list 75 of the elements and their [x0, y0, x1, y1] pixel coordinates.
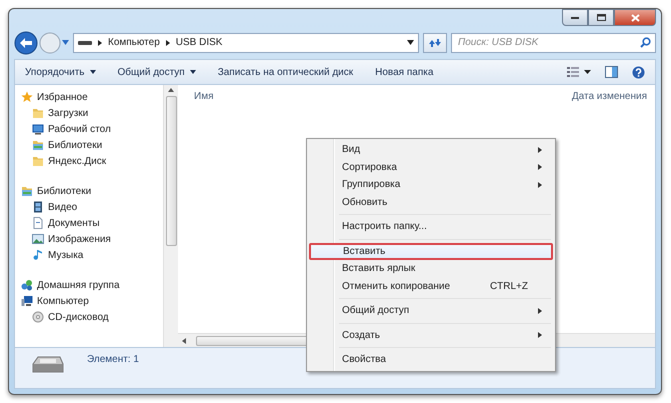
menu-item[interactable]: Группировка	[309, 176, 553, 194]
submenu-arrow-icon	[538, 332, 542, 338]
submenu-arrow-icon	[538, 182, 542, 188]
submenu-arrow-icon	[538, 164, 542, 170]
breadcrumb[interactable]: Компьютер	[108, 37, 160, 48]
document-icon	[32, 217, 44, 229]
minimize-icon	[571, 16, 579, 20]
forward-circle-icon	[39, 32, 61, 54]
nav-item[interactable]: Избранное	[21, 89, 163, 105]
folder-icon	[32, 107, 44, 119]
toolbar-button[interactable]: Общий доступ	[118, 64, 196, 80]
film-icon	[32, 201, 44, 213]
nav-item[interactable]: Загрузки	[21, 105, 163, 121]
menu-item[interactable]: Свойства	[309, 351, 553, 368]
search-input[interactable]: Поиск: USB DISK	[456, 36, 640, 49]
toolbar-button[interactable]: Новая папка	[375, 64, 434, 80]
close-icon	[630, 14, 640, 22]
submenu-arrow-icon	[538, 308, 542, 314]
dropdown-caret-icon[interactable]	[407, 40, 414, 45]
refresh-button[interactable]	[423, 32, 447, 52]
maximize-icon	[596, 14, 606, 21]
toolbar-button[interactable]: Записать на оптический диск	[218, 64, 354, 80]
nav-item[interactable]: Домашняя группа	[21, 277, 163, 293]
nav-item[interactable]: Документы	[21, 215, 163, 231]
menu-item[interactable]: Отменить копирование CTRL+Z	[309, 278, 553, 295]
status-text: Элемент: 1	[87, 354, 139, 365]
help-icon[interactable]	[632, 66, 645, 78]
toolbar-button[interactable]: Упорядочить	[25, 64, 96, 80]
nav-item[interactable]: Библиотеки	[21, 137, 163, 153]
close-button[interactable]	[614, 9, 656, 26]
minimize-button[interactable]	[562, 9, 588, 26]
shortcut-text: CTRL+Z	[490, 280, 528, 292]
disc-drive-icon	[32, 311, 44, 323]
menu-item[interactable]: Настроить папку...	[309, 218, 553, 236]
breadcrumb[interactable]: USB DISK	[176, 37, 222, 48]
menu-item[interactable]: Общий доступ	[309, 302, 553, 320]
drive-icon	[78, 40, 92, 46]
submenu-arrow-icon	[538, 146, 542, 153]
computer-icon	[21, 295, 33, 307]
monitor-icon	[32, 123, 44, 135]
menu-item[interactable]: Вставить ярлык	[309, 260, 553, 278]
folder-icon	[32, 155, 44, 167]
scroll-thumb[interactable]	[166, 96, 176, 246]
menu-item[interactable]: Сортировка	[309, 158, 553, 176]
nav-item[interactable]: Изображения	[21, 231, 163, 247]
column-header[interactable]: Дата изменения	[572, 91, 647, 102]
nav-item[interactable]: Музыка	[21, 247, 163, 263]
vertical-scrollbar[interactable]	[163, 85, 178, 347]
nav-item[interactable]: CD-дисковод	[21, 309, 163, 325]
scroll-up-icon[interactable]	[168, 88, 174, 92]
preview-pane-icon[interactable]	[605, 66, 618, 78]
maximize-button[interactable]	[588, 9, 614, 26]
star-icon	[21, 91, 33, 103]
scroll-left-icon[interactable]	[182, 338, 186, 344]
nav-item[interactable]: Видео	[21, 199, 163, 215]
search-field[interactable]: Поиск: USB DISK	[451, 32, 656, 52]
view-list-icon[interactable]	[567, 67, 591, 77]
column-header[interactable]: Имя	[194, 91, 214, 102]
back-button[interactable]	[14, 30, 38, 54]
music-note-icon	[32, 249, 44, 261]
menu-item[interactable]: Обновить	[309, 194, 553, 211]
address-bar[interactable]: Компьютер USB DISK	[73, 32, 419, 52]
picture-icon	[32, 233, 44, 245]
nav-item[interactable]: Яндекс.Диск	[21, 153, 163, 169]
menu-item[interactable]: Вид	[309, 141, 553, 158]
menu-item[interactable]: Вставить	[309, 242, 553, 260]
library-icon	[32, 139, 44, 151]
nav-item[interactable]: Рабочий стол	[21, 121, 163, 137]
nav-item[interactable]: Библиотеки	[21, 183, 163, 199]
homegroup-icon	[21, 279, 33, 291]
refresh-arrows-icon	[428, 38, 442, 48]
search-icon	[640, 37, 651, 48]
nav-item[interactable]: Компьютер	[21, 293, 163, 309]
library-icon	[21, 185, 33, 197]
menu-item[interactable]: Создать	[309, 326, 553, 344]
